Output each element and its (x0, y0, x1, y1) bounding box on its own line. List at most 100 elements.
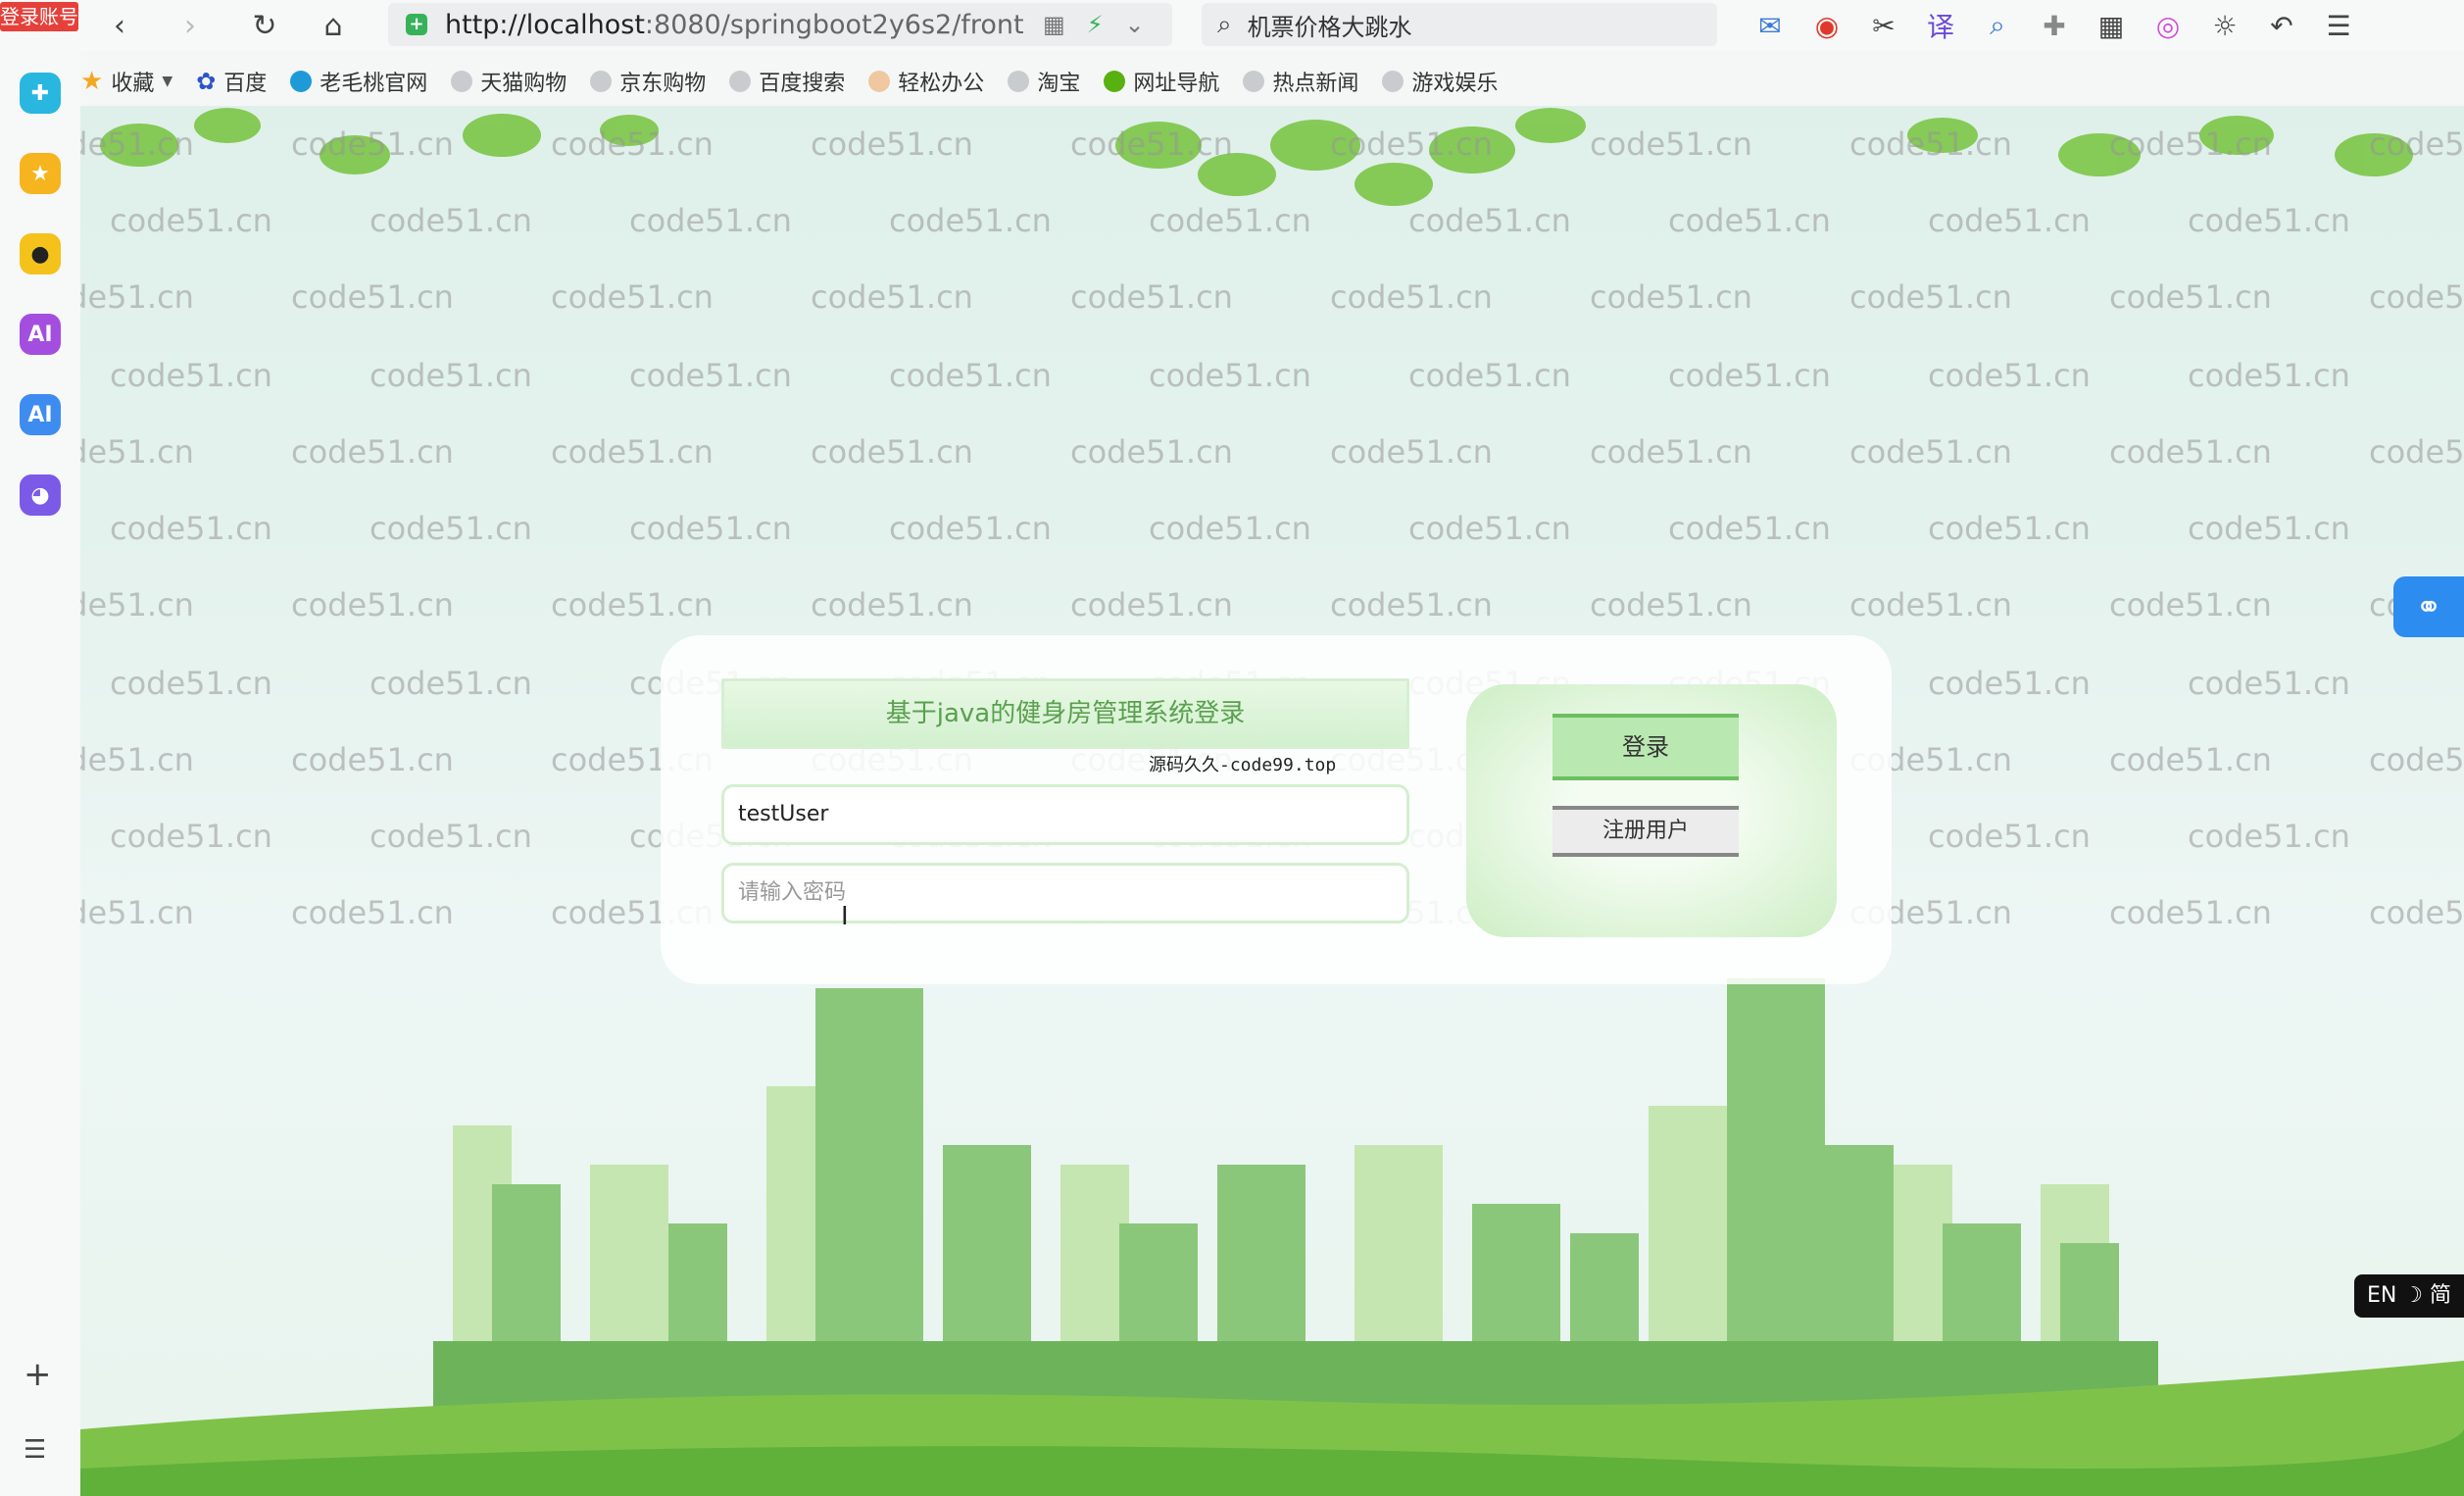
username-input[interactable]: testUser (721, 784, 1409, 845)
globe-icon (451, 71, 473, 92)
watermark-text: code51.cn (2109, 586, 2272, 623)
face-icon (868, 71, 891, 92)
bookmark-tmall[interactable]: 天猫购物 (451, 66, 567, 97)
watermark-text: code51.cn (2369, 433, 2464, 471)
watermark-text: code51.cn (1928, 665, 2091, 702)
watermark-text: code51.cn (291, 741, 454, 778)
grid-icon[interactable]: ▦ (2092, 6, 2131, 45)
watermark-text: code51.cn (370, 665, 532, 702)
watermark-text: code51.cn (1149, 510, 1311, 547)
globe-icon (290, 71, 313, 92)
login-account-badge[interactable]: 登录账号 (0, 2, 78, 31)
watermark-text: code51.cn (629, 510, 792, 547)
globe-icon (1008, 71, 1030, 92)
watermark-text: code51.cn (2188, 818, 2350, 855)
sidebar-list-icon[interactable]: ☰ (24, 1435, 46, 1465)
bookmark-baidu-search[interactable]: 百度搜索 (729, 66, 845, 97)
watermark-text: code51.cn (1070, 433, 1233, 471)
watermark-text: code51.cn (1408, 510, 1571, 547)
watermark-text: code51.cn (811, 433, 973, 471)
watermark-text: code51.cn (1330, 586, 1493, 623)
undo-icon[interactable]: ↶ (2262, 6, 2301, 45)
bookmark-nav[interactable]: 网址导航 (1104, 66, 1219, 97)
browser-sidebar: ✚ ★ ● AI AI ◕ + ☰ (0, 51, 80, 1496)
forward-icon[interactable]: › (169, 6, 212, 45)
extensions-icon[interactable]: ✚ (2035, 6, 2074, 45)
globe-icon (590, 71, 613, 92)
search-icon: ⌕ (1217, 9, 1232, 39)
bookmark-taobao[interactable]: 淘宝 (1008, 66, 1080, 97)
watermark-text: code51.cn (2188, 665, 2350, 702)
weibo-icon[interactable]: ◉ (1807, 6, 1847, 45)
watermark-text: code51.cn (110, 357, 272, 394)
button-panel: 登录 注册用户 (1466, 684, 1837, 937)
sidebar-ai-icon[interactable]: AI (20, 314, 61, 355)
sidebar-favorites-icon[interactable]: ★ (20, 153, 61, 194)
watermark-text: code51.cn (110, 510, 272, 547)
sidebar-ai-assistant-icon[interactable]: AI (20, 394, 61, 435)
watermark-text: code51.cn (1928, 510, 2091, 547)
sidebar-robot-icon[interactable]: ◕ (20, 474, 61, 516)
bookmark-games[interactable]: 游戏娱乐 (1382, 66, 1498, 97)
search-bar[interactable]: ⌕ 机票价格大跳水 (1202, 3, 1717, 46)
watermark-text: code51.cn (811, 586, 973, 623)
reload-icon[interactable]: ↻ (243, 6, 286, 45)
watermark-text: code51.cn (1590, 586, 1752, 623)
watermark-text: code51.cn (1408, 357, 1571, 394)
bookmark-baidu[interactable]: ✿ 百度 (196, 66, 267, 97)
watermark-text: code51.cn (80, 586, 194, 623)
bookmark-office[interactable]: 轻松办公 (868, 66, 984, 97)
sidebar-app-icon-1[interactable]: ✚ (20, 73, 61, 114)
bookmark-favorites[interactable]: ★ 收藏 ▼ (80, 66, 172, 97)
watermark-text: code51.cn (2109, 741, 2272, 778)
back-icon[interactable]: ‹ (98, 6, 141, 45)
watermark-text: code51.cn (1928, 357, 2091, 394)
login-button[interactable]: 登录 (1552, 714, 1739, 780)
caret-down-icon: ▼ (162, 74, 173, 89)
mail-icon[interactable]: ✉ (1750, 6, 1790, 45)
watermark-text: code51.cn (2188, 357, 2350, 394)
cloud-drive-icon[interactable]: ⚭ (2393, 576, 2464, 637)
globe-icon (1382, 71, 1404, 92)
bookmark-laomaotao[interactable]: 老毛桃官网 (290, 66, 427, 97)
zoom-icon[interactable]: ⌕ (1978, 6, 2017, 45)
login-card: 基于java的健身房管理系统登录 源码久久-code99.top testUse… (661, 635, 1892, 984)
watermark-text: code51.cn (80, 741, 194, 778)
search-query[interactable]: 机票价格大跳水 (1248, 8, 1412, 42)
qr-code-icon[interactable]: ▦ (1043, 11, 1065, 38)
lightning-icon[interactable]: ⚡ (1087, 11, 1104, 38)
watermark-text: code51.cn (80, 433, 194, 471)
globe-icon (1243, 71, 1265, 92)
watermark-text: code51.cn (291, 586, 454, 623)
translate-icon[interactable]: 译 (1921, 6, 1960, 45)
url-text[interactable]: http://localhost:8080/springboot2y6s2/fr… (445, 10, 1023, 40)
watermark-text: code51.cn (1849, 433, 2012, 471)
watermark-text: code51.cn (1928, 818, 2091, 855)
watermark-text: code51.cn (2109, 894, 2272, 931)
watermark-text: code51.cn (1668, 357, 1831, 394)
address-bar[interactable]: + http://localhost:8080/springboot2y6s2/… (388, 3, 1172, 46)
ai-assistant-icon[interactable]: ◎ (2148, 6, 2188, 45)
bookmark-jd[interactable]: 京东购物 (590, 66, 706, 97)
chevron-down-icon[interactable]: ⌄ (1125, 11, 1145, 38)
paw-icon: ✿ (196, 68, 217, 95)
watermark-text: code51.cn (551, 433, 714, 471)
scissors-icon[interactable]: ✂ (1864, 6, 1903, 45)
watermark-text: code51.cn (2369, 741, 2464, 778)
password-input[interactable]: 请输入密码 (721, 863, 1409, 923)
watermark-text: code51.cn (1668, 510, 1831, 547)
ime-indicator[interactable]: EN ☽ 简 (2354, 1274, 2464, 1318)
globe-icon (729, 71, 752, 92)
watermark-text: code51.cn (370, 357, 532, 394)
home-icon[interactable]: ⌂ (312, 6, 355, 45)
sidebar-chat-bot-icon[interactable]: ● (20, 233, 61, 274)
sidebar-add-icon[interactable]: + (24, 1355, 52, 1394)
watermark-text: code51.cn (2188, 510, 2350, 547)
text-cursor-icon: I (841, 902, 849, 931)
menu-icon[interactable]: ☰ (2319, 6, 2358, 45)
watermark-text: code51.cn (110, 665, 272, 702)
bookmark-news[interactable]: 热点新闻 (1243, 66, 1358, 97)
browser-toolbar: 登录账号 ‹ › ↻ ⌂ + http://localhost:8080/spr… (0, 0, 2464, 51)
register-button[interactable]: 注册用户 (1552, 806, 1739, 857)
brightness-icon[interactable]: ☼ (2205, 6, 2244, 45)
